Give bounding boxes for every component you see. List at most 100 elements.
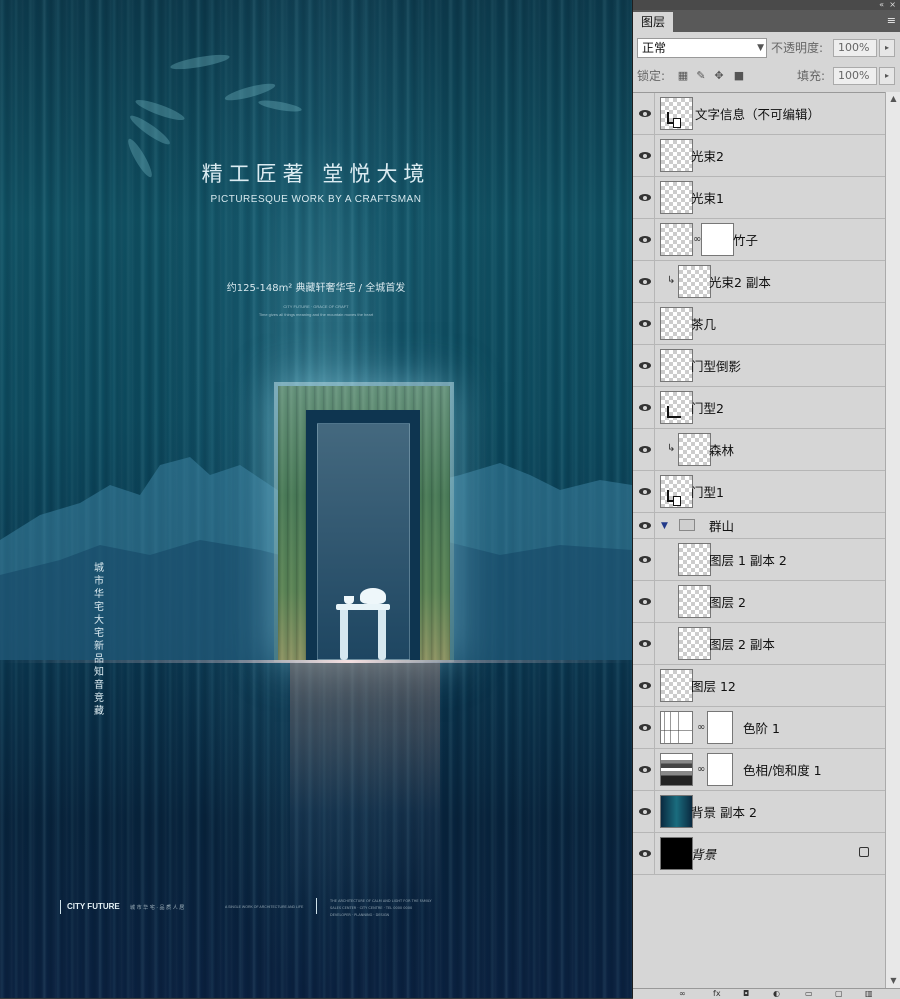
layer-thumbnail <box>660 475 693 508</box>
visibility-toggle[interactable] <box>635 623 655 664</box>
panel-title-bar: « × <box>633 0 900 10</box>
layer-row[interactable]: 门型1 <box>633 471 885 513</box>
layer-name[interactable]: 门型2 <box>691 387 724 428</box>
visibility-toggle[interactable] <box>635 665 655 706</box>
layer-row[interactable]: 图层 1 副本 2 <box>633 539 885 581</box>
document-canvas[interactable]: 精工匠著 堂悦大境 PICTURESQUE WORK BY A CRAFTSMA… <box>0 0 632 998</box>
layer-name[interactable]: 光束2 副本 <box>709 261 771 302</box>
chevron-down-icon: ▼ <box>757 43 764 53</box>
layer-name[interactable]: 图层 1 副本 2 <box>709 539 787 580</box>
hue-saturation-adjustment-thumbnail <box>660 753 693 786</box>
visibility-toggle[interactable] <box>635 513 655 538</box>
layer-row[interactable]: 光束1 <box>633 177 885 219</box>
visibility-toggle[interactable] <box>635 471 655 512</box>
layer-name[interactable]: 背景 副本 2 <box>691 791 757 832</box>
visibility-toggle[interactable] <box>635 707 655 748</box>
footer-slogan: 城 市 华 宅 · 品 质 人 居 <box>130 905 185 911</box>
visibility-toggle[interactable] <box>635 93 655 134</box>
layer-mask-thumbnail[interactable] <box>701 223 734 256</box>
layer-row[interactable]: 文字信息（不可编辑） <box>633 93 885 135</box>
visibility-toggle[interactable] <box>635 539 655 580</box>
visibility-toggle[interactable] <box>635 303 655 344</box>
layer-thumbnail <box>678 543 711 576</box>
scroll-up-icon[interactable]: ▲ <box>886 92 900 106</box>
eye-icon <box>638 446 651 453</box>
layer-row[interactable]: 茶几 <box>633 303 885 345</box>
link-chain-icon[interactable]: ∞ <box>697 763 705 777</box>
layer-name[interactable]: 光束1 <box>691 177 724 218</box>
clipping-arrow-icon: ↳ <box>667 443 676 454</box>
visibility-toggle[interactable] <box>635 261 655 302</box>
link-chain-icon[interactable]: ∞ <box>697 721 705 735</box>
visibility-toggle[interactable] <box>635 345 655 386</box>
lock-position-move-icon[interactable]: ✥ <box>713 70 725 82</box>
layers-list: 文字信息（不可编辑） 光束2 光束1 ∞ 竹子 ↳ 光束2 副本 茶几 门型倒影… <box>633 92 885 989</box>
layer-row[interactable]: ∞ 色阶 1 <box>633 707 885 749</box>
layer-row[interactable]: 背景 副本 2 <box>633 791 885 833</box>
collapse-icon[interactable]: « <box>879 0 884 10</box>
layer-row[interactable]: 背景 <box>633 833 885 875</box>
layer-name[interactable]: 文字信息（不可编辑） <box>695 93 820 134</box>
layer-thumbnail <box>660 837 693 870</box>
eye-icon <box>638 556 651 563</box>
link-chain-icon[interactable]: ∞ <box>693 233 701 247</box>
layer-mask-thumbnail[interactable] <box>707 711 733 744</box>
layer-row[interactable]: ∞ 竹子 <box>633 219 885 261</box>
opacity-field[interactable]: 100% <box>833 39 877 57</box>
fill-slider-arrow-icon[interactable]: ▸ <box>879 67 895 85</box>
layer-name[interactable]: 门型1 <box>691 471 724 512</box>
panel-tab-row: 图层 ≡ <box>633 10 900 32</box>
visibility-toggle[interactable] <box>635 387 655 428</box>
layer-row[interactable]: 图层 2 副本 <box>633 623 885 665</box>
layers-scrollbar[interactable]: ▲ ▼ <box>885 92 900 988</box>
opacity-slider-arrow-icon[interactable]: ▸ <box>879 39 895 57</box>
visibility-toggle[interactable] <box>635 219 655 260</box>
layer-name[interactable]: 门型倒影 <box>691 345 741 386</box>
lock-pixels-brush-icon[interactable]: ✎ <box>695 70 707 82</box>
layer-row[interactable]: ∞ 色相/饱和度 1 <box>633 749 885 791</box>
eye-icon <box>638 598 651 605</box>
layer-name[interactable]: 图层 12 <box>691 665 736 706</box>
layer-name[interactable]: 茶几 <box>691 303 716 344</box>
close-icon[interactable]: × <box>889 0 896 10</box>
layer-group-row[interactable]: ▼ 群山 <box>633 513 885 539</box>
visibility-toggle[interactable] <box>635 177 655 218</box>
layer-name[interactable]: 森林 <box>709 429 734 470</box>
layer-row[interactable]: 图层 12 <box>633 665 885 707</box>
visibility-toggle[interactable] <box>635 749 655 790</box>
layer-name[interactable]: 光束2 <box>691 135 724 176</box>
footer-divider <box>316 898 317 914</box>
layer-thumbnail <box>678 585 711 618</box>
blend-mode-select[interactable]: 正常 ▼ <box>637 38 767 58</box>
layer-row[interactable]: ↳ 光束2 副本 <box>633 261 885 303</box>
layer-name[interactable]: 图层 2 <box>709 581 746 622</box>
layer-row[interactable]: ↳ 森林 <box>633 429 885 471</box>
layer-thumbnail <box>660 349 693 382</box>
levels-adjustment-thumbnail <box>660 711 693 744</box>
visibility-toggle[interactable] <box>635 135 655 176</box>
visibility-toggle[interactable] <box>635 833 655 874</box>
layer-row[interactable]: 门型倒影 <box>633 345 885 387</box>
layer-row[interactable]: 图层 2 <box>633 581 885 623</box>
layer-name[interactable]: 背景 <box>691 833 716 874</box>
visibility-toggle[interactable] <box>635 581 655 622</box>
group-expand-triangle-icon[interactable]: ▼ <box>661 521 668 531</box>
layer-name[interactable]: 色阶 1 <box>743 707 780 748</box>
visibility-toggle[interactable] <box>635 429 655 470</box>
layer-name[interactable]: 色相/饱和度 1 <box>743 749 822 790</box>
eye-icon <box>638 404 651 411</box>
layer-mask-thumbnail[interactable] <box>707 753 733 786</box>
visibility-toggle[interactable] <box>635 791 655 832</box>
layer-row[interactable]: 门型2 <box>633 387 885 429</box>
lock-all-icon[interactable]: ■ <box>733 70 745 82</box>
folder-icon <box>679 519 695 531</box>
scroll-down-icon[interactable]: ▼ <box>886 974 900 988</box>
fill-field[interactable]: 100% <box>833 67 877 85</box>
group-name[interactable]: 群山 <box>709 513 734 538</box>
layer-name[interactable]: 竹子 <box>733 219 758 260</box>
layer-name[interactable]: 图层 2 副本 <box>709 623 775 664</box>
panel-menu-icon[interactable]: ≡ <box>887 14 896 27</box>
tab-layers[interactable]: 图层 <box>633 12 674 32</box>
lock-transparent-icon[interactable]: ▦ <box>677 70 689 82</box>
layer-row[interactable]: 光束2 <box>633 135 885 177</box>
